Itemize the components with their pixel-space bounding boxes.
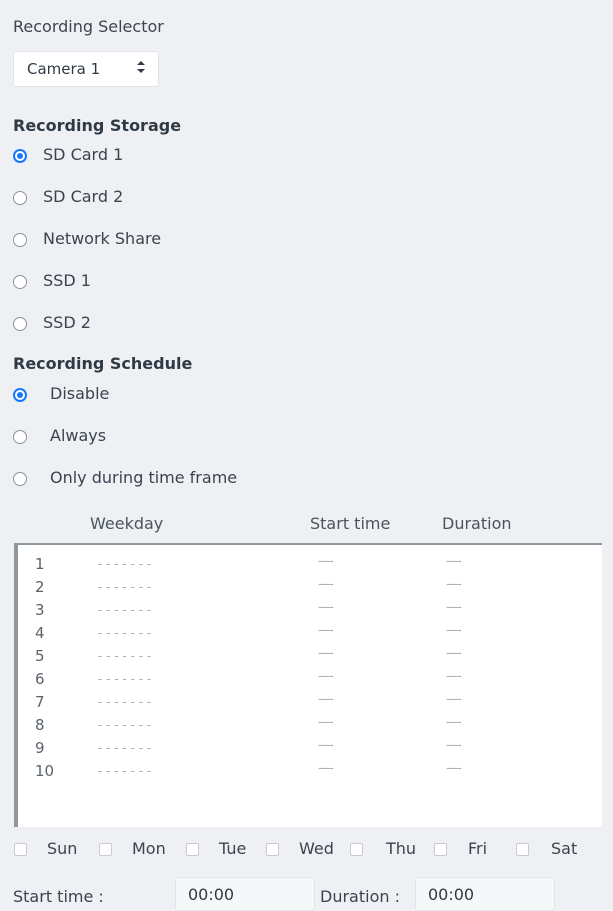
radio-button[interactable] [13, 430, 27, 444]
updown-chevron-icon [136, 59, 146, 75]
weekday-label-sat: Sat [551, 839, 578, 858]
row-start-time: ---- [318, 646, 334, 661]
table-row[interactable]: 9 - - - - - - - ---- ---- [18, 738, 602, 762]
weekday-checkbox-sun[interactable] [14, 843, 27, 856]
table-row[interactable]: 7 - - - - - - - ---- ---- [18, 692, 602, 716]
row-index: 9 [35, 739, 45, 757]
recording-settings-panel: Recording Selector Camera 1 Recording St… [0, 0, 613, 911]
row-start-time: ---- [318, 738, 334, 753]
row-duration: ---- [446, 577, 462, 592]
weekday-label-tue: Tue [219, 839, 247, 858]
row-duration: ---- [446, 761, 462, 776]
row-duration: ---- [446, 554, 462, 569]
row-weekdays: - - - - - - - [98, 672, 152, 686]
radio-label: SSD 2 [43, 313, 91, 332]
column-header-weekday: Weekday [90, 514, 164, 533]
radio-label: Network Share [43, 229, 162, 248]
row-index: 4 [35, 624, 45, 642]
radio-button[interactable] [13, 233, 27, 247]
row-weekdays: - - - - - - - [98, 603, 152, 617]
row-duration: ---- [446, 715, 462, 730]
weekday-label-mon: Mon [132, 839, 166, 858]
radio-label: Always [50, 426, 107, 445]
radio-label: SSD 1 [43, 271, 91, 290]
radio-button[interactable] [13, 472, 27, 486]
weekday-checkbox-fri[interactable] [434, 843, 447, 856]
duration-input[interactable]: 00:00 [415, 877, 555, 911]
weekday-label-sun: Sun [47, 839, 78, 858]
table-row[interactable]: 4 - - - - - - - ---- ---- [18, 623, 602, 647]
radio-label: SD Card 1 [43, 145, 124, 164]
row-index: 8 [35, 716, 45, 734]
weekday-checkbox-tue[interactable] [186, 843, 199, 856]
row-weekdays: - - - - - - - [98, 741, 152, 755]
row-weekdays: - - - - - - - [98, 626, 152, 640]
row-duration: ---- [446, 646, 462, 661]
row-duration: ---- [446, 692, 462, 707]
table-row[interactable]: 1 - - - - - - - ---- ---- [18, 554, 602, 578]
start-time-label: Start time : [13, 887, 104, 906]
radio-label: Disable [50, 384, 110, 403]
row-index: 5 [35, 647, 45, 665]
column-header-start-time: Start time [310, 514, 391, 533]
schedule-list[interactable]: 1 - - - - - - - ---- ---- 2 - - - - - - … [14, 543, 602, 827]
row-weekdays: - - - - - - - [98, 718, 152, 732]
row-start-time: ---- [318, 554, 334, 569]
row-index: 1 [35, 555, 45, 573]
radio-button[interactable] [13, 317, 27, 331]
radio-button[interactable] [13, 191, 27, 205]
table-row[interactable]: 2 - - - - - - - ---- ---- [18, 577, 602, 601]
row-index: 3 [35, 601, 45, 619]
weekday-label-thu: Thu [386, 839, 417, 858]
row-duration: ---- [446, 738, 462, 753]
weekday-checkbox-wed[interactable] [266, 843, 279, 856]
weekday-label-fri: Fri [468, 839, 488, 858]
table-row[interactable]: 3 - - - - - - - ---- ---- [18, 600, 602, 624]
row-index: 2 [35, 578, 45, 596]
row-duration: ---- [446, 623, 462, 638]
row-weekdays: - - - - - - - [98, 557, 152, 571]
row-start-time: ---- [318, 577, 334, 592]
table-row[interactable]: 5 - - - - - - - ---- ---- [18, 646, 602, 670]
row-duration: ---- [446, 669, 462, 684]
row-start-time: ---- [318, 692, 334, 707]
recording-schedule-title: Recording Schedule [13, 354, 193, 373]
recording-selector-title: Recording Selector [13, 17, 164, 36]
camera-select-value: Camera 1 [27, 60, 101, 78]
row-weekdays: - - - - - - - [98, 695, 152, 709]
table-row[interactable]: 8 - - - - - - - ---- ---- [18, 715, 602, 739]
weekday-label-wed: Wed [299, 839, 334, 858]
camera-select[interactable]: Camera 1 [13, 51, 159, 87]
row-weekdays: - - - - - - - [98, 649, 152, 663]
row-weekdays: - - - - - - - [98, 764, 152, 778]
row-start-time: ---- [318, 623, 334, 638]
radio-button[interactable] [13, 149, 27, 163]
row-duration: ---- [446, 600, 462, 615]
start-time-input[interactable]: 00:00 [175, 877, 315, 911]
row-weekdays: - - - - - - - [98, 580, 152, 594]
row-start-time: ---- [318, 600, 334, 615]
weekday-checkbox-sat[interactable] [516, 843, 529, 856]
radio-label: SD Card 2 [43, 187, 124, 206]
weekday-checkbox-mon[interactable] [99, 843, 112, 856]
table-row[interactable]: 10 - - - - - - - ---- ---- [18, 761, 602, 785]
radio-button[interactable] [13, 388, 27, 402]
row-start-time: ---- [318, 669, 334, 684]
row-index: 6 [35, 670, 45, 688]
duration-label: Duration : [320, 887, 400, 906]
column-header-duration: Duration [442, 514, 512, 533]
row-index: 10 [35, 762, 55, 780]
row-index: 7 [35, 693, 45, 711]
table-row[interactable]: 6 - - - - - - - ---- ---- [18, 669, 602, 693]
row-start-time: ---- [318, 715, 334, 730]
radio-label: Only during time frame [50, 468, 238, 487]
weekday-checkbox-thu[interactable] [350, 843, 363, 856]
radio-button[interactable] [13, 275, 27, 289]
recording-storage-title: Recording Storage [13, 116, 182, 135]
row-start-time: ---- [318, 761, 334, 776]
